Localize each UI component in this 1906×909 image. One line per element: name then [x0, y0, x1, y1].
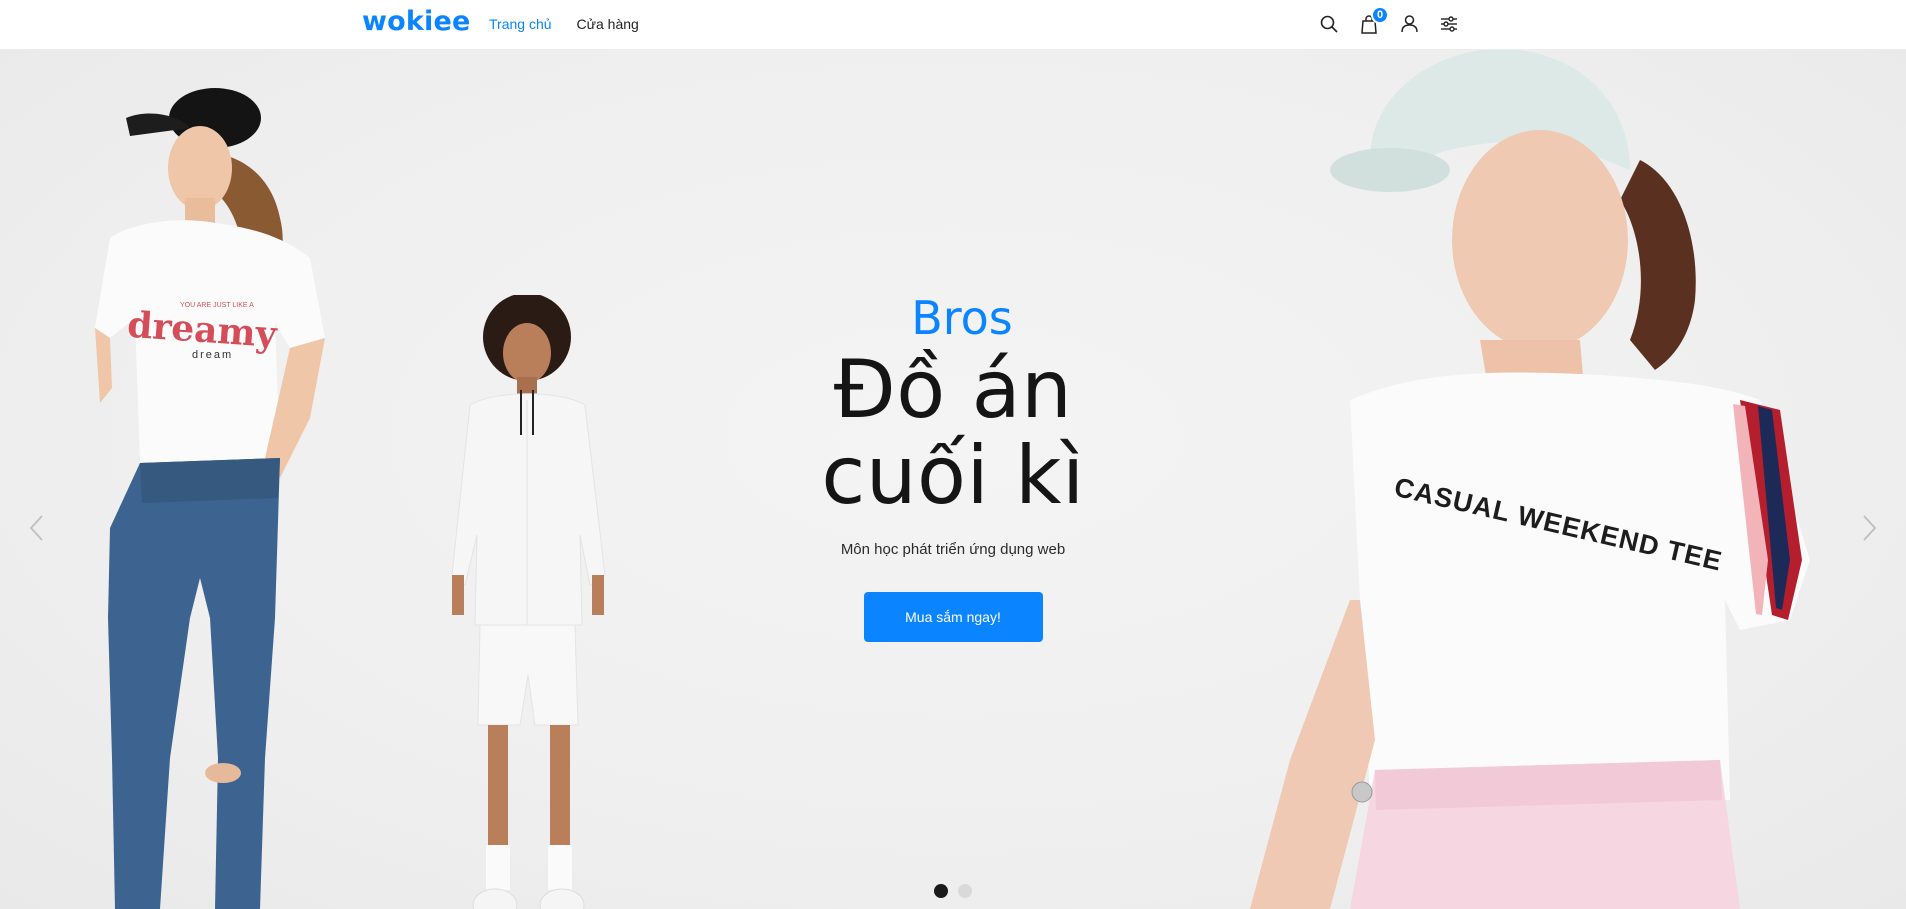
top-navbar: wokiee Trang chủ Cửa hàng 0 [0, 0, 1906, 50]
search-icon [1320, 15, 1338, 33]
cart-button[interactable]: 0 [1358, 6, 1389, 36]
main-nav: Trang chủ Cửa hàng [489, 16, 639, 32]
nav-link-shop[interactable]: Cửa hàng [577, 16, 639, 32]
slider-next-button[interactable] [1858, 512, 1882, 544]
user-icon [1400, 15, 1418, 33]
slider-prev-button[interactable] [24, 512, 48, 544]
slider-pagination [0, 884, 1906, 898]
slider-dot-1[interactable] [934, 884, 948, 898]
brand-logo[interactable]: wokiee [362, 6, 471, 37]
shop-now-button[interactable]: Mua sắm ngay! [863, 592, 1043, 642]
search-button[interactable] [1318, 12, 1340, 36]
nav-link-home[interactable]: Trang chủ [489, 16, 552, 32]
slider-dot-2[interactable] [958, 884, 972, 898]
settings-sliders-icon [1441, 16, 1457, 32]
settings-button[interactable] [1438, 12, 1460, 36]
account-button[interactable] [1398, 12, 1420, 36]
chevron-right-icon [1863, 515, 1877, 541]
hero-title-line-1: Đồ án [833, 343, 1073, 436]
header-actions: 0 [1318, 6, 1460, 36]
hero-title-line-2: cuối kì [821, 429, 1085, 522]
chevron-left-icon [29, 515, 43, 541]
hero-subtitle: Môn học phát triển ứng dụng web [840, 541, 1066, 558]
hero-slider: YOU ARE JUST LIKE A dreamy dream CASUAL … [0, 50, 1906, 909]
hero-eyebrow: Bros [911, 291, 1013, 345]
hero-content: Bros Đồ án cuối kì Môn học phát triển ứn… [0, 295, 1906, 642]
cart-count-badge: 0 [1371, 6, 1389, 24]
